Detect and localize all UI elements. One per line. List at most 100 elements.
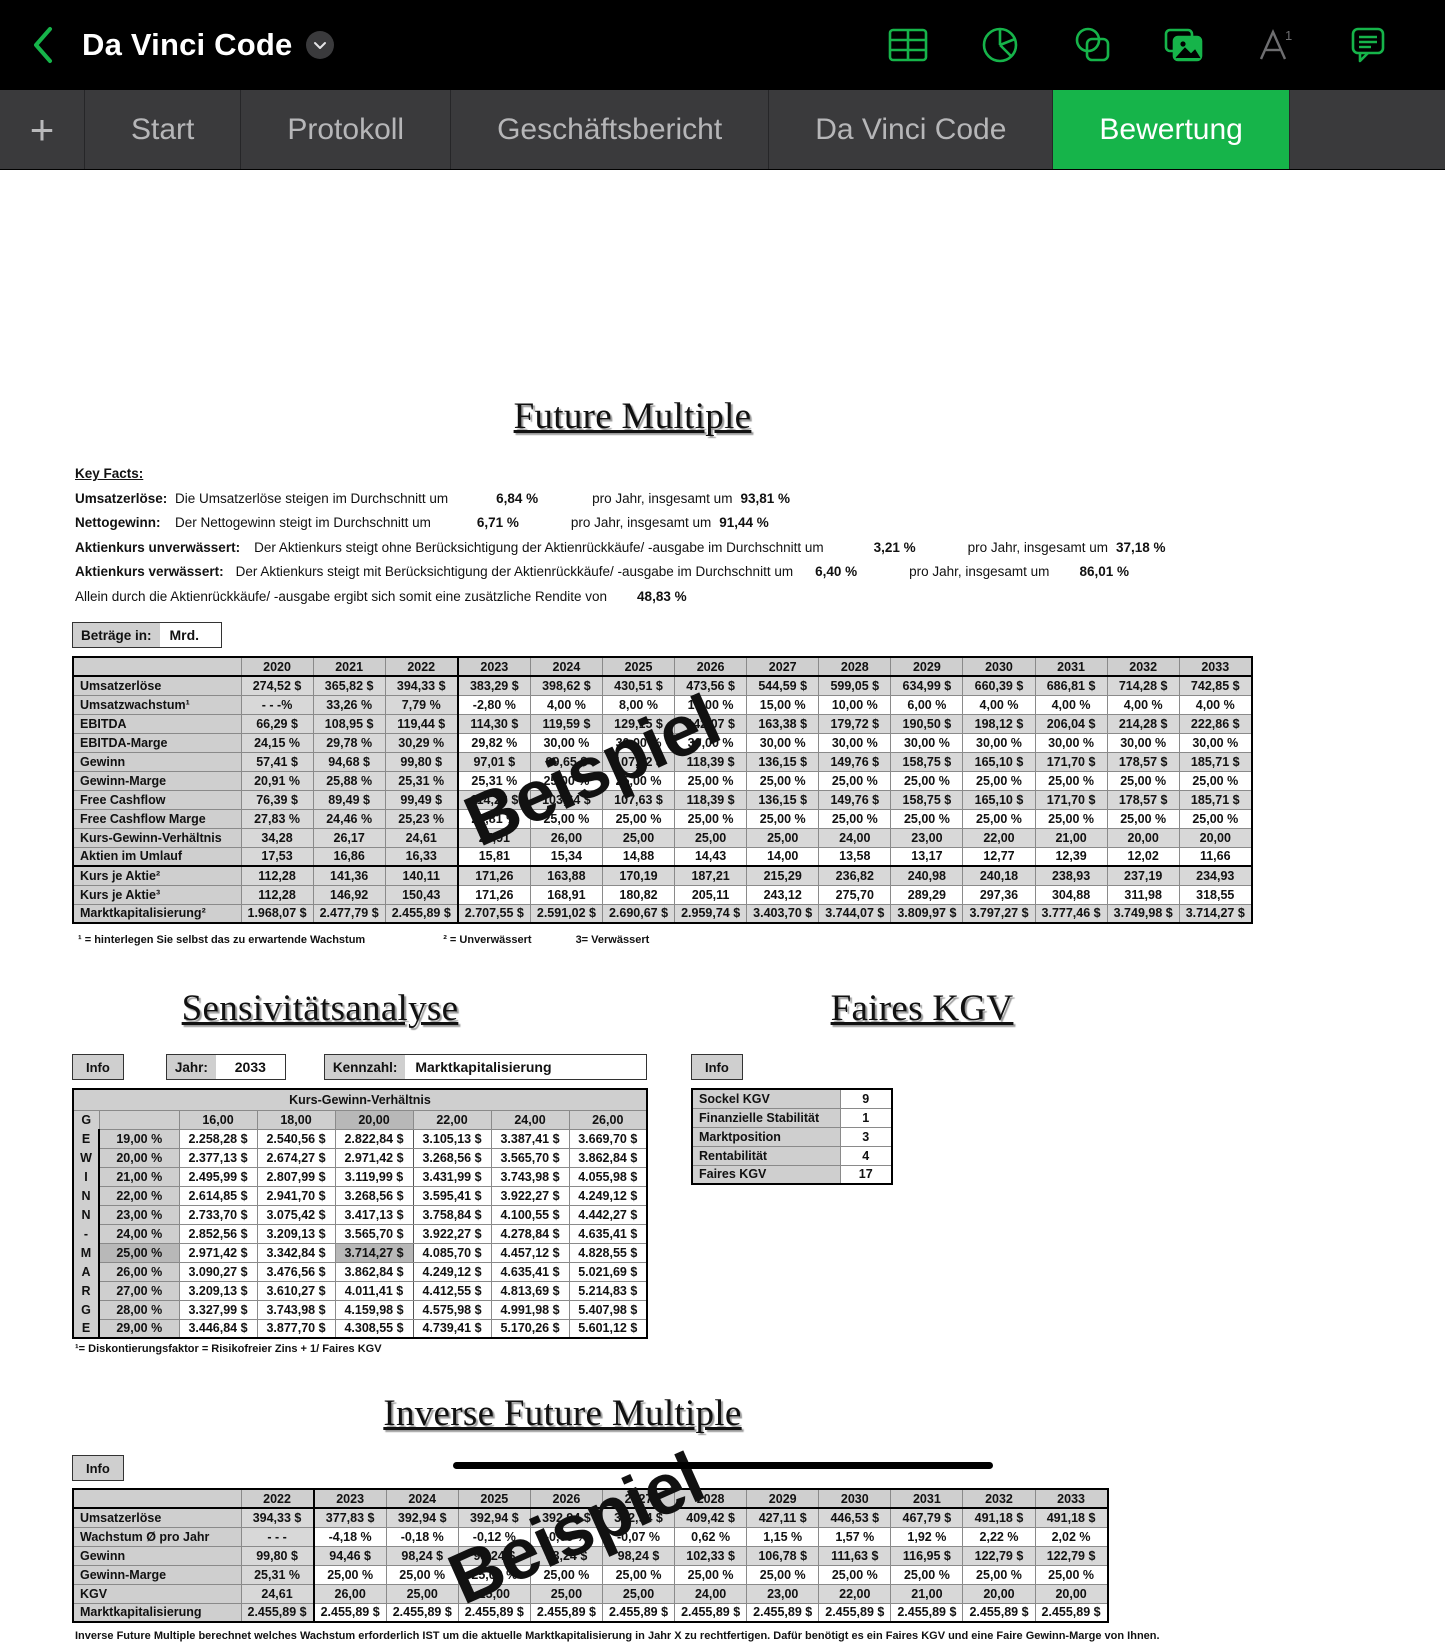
cell-7-12[interactable]: 25,00 % — [1106, 808, 1180, 829]
cell-5-2[interactable]: 25,31 % — [384, 770, 459, 791]
cell-3-8[interactable]: 30,00 % — [818, 732, 892, 753]
matrix-cell-0-1[interactable]: 2.540,56 $ — [256, 1128, 336, 1149]
cell-3-2[interactable]: 30,29 % — [384, 732, 459, 753]
matrix-cell-3-5[interactable]: 4.249,12 $ — [568, 1185, 648, 1206]
inv-cell-3-0[interactable]: 25,31 % — [240, 1564, 315, 1585]
cell-7-11[interactable]: 25,00 % — [1034, 808, 1108, 829]
cell-5-6[interactable]: 25,00 % — [674, 770, 748, 791]
inv-cell-3-7[interactable]: 25,00 % — [746, 1564, 820, 1585]
cell-1-5[interactable]: 8,00 % — [601, 694, 676, 715]
cell-4-11[interactable]: 171,70 $ — [1034, 751, 1108, 772]
cell-7-10[interactable]: 25,00 % — [962, 808, 1036, 829]
cell-0-13[interactable]: 742,85 $ — [1178, 675, 1253, 696]
cell-10-4[interactable]: 163,88 — [529, 865, 603, 886]
cell-9-8[interactable]: 13,58 — [818, 846, 892, 867]
matrix-cell-7-2[interactable]: 3.862,84 $ — [334, 1261, 414, 1282]
cell-0-10[interactable]: 660,39 $ — [962, 675, 1036, 696]
cell-7-9[interactable]: 25,00 % — [890, 808, 964, 829]
matrix-cell-5-4[interactable]: 4.278,84 $ — [490, 1223, 570, 1244]
cell-0-12[interactable]: 714,28 $ — [1106, 675, 1180, 696]
matrix-cell-4-3[interactable]: 3.758,84 $ — [412, 1204, 492, 1225]
matrix-cell-2-1[interactable]: 2.807,99 $ — [256, 1166, 336, 1187]
inv-cell-2-4[interactable]: 98,24 $ — [529, 1545, 603, 1566]
matrix-cell-2-3[interactable]: 3.431,99 $ — [412, 1166, 492, 1187]
cell-10-2[interactable]: 140,11 — [384, 865, 459, 886]
matrix-cell-2-2[interactable]: 3.119,99 $ — [334, 1166, 414, 1187]
cell-9-9[interactable]: 13,17 — [890, 846, 964, 867]
cell-5-3[interactable]: 25,31 % — [456, 770, 531, 791]
matrix-cell-8-4[interactable]: 4.813,69 $ — [490, 1280, 570, 1301]
cell-11-11[interactable]: 304,88 — [1034, 884, 1108, 905]
matrix-cell-9-3[interactable]: 4.575,98 $ — [412, 1299, 492, 1320]
inv-cell-1-4[interactable]: -0,09 % — [529, 1526, 603, 1547]
inv-cell-0-8[interactable]: 446,53 $ — [818, 1507, 892, 1528]
cell-4-6[interactable]: 118,39 $ — [674, 751, 748, 772]
tab-bewertung[interactable]: Bewertung — [1053, 90, 1290, 169]
inv-cell-4-0[interactable]: 24,61 — [240, 1583, 315, 1604]
inv-cell-3-4[interactable]: 25,00 % — [529, 1564, 603, 1585]
matrix-cell-2-5[interactable]: 4.055,98 $ — [568, 1166, 648, 1187]
inv-cell-0-10[interactable]: 491,18 $ — [962, 1507, 1036, 1528]
chart-icon[interactable] — [979, 24, 1021, 66]
cell-7-2[interactable]: 25,23 % — [384, 808, 459, 829]
cell-0-11[interactable]: 686,81 $ — [1034, 675, 1108, 696]
cell-7-1[interactable]: 24,46 % — [312, 808, 386, 829]
cell-12-5[interactable]: 2.690,67 $ — [601, 903, 676, 924]
cell-10-11[interactable]: 238,93 — [1034, 865, 1108, 886]
cell-1-2[interactable]: 7,79 % — [384, 694, 459, 715]
kgv-value-0[interactable]: 9 — [839, 1088, 893, 1109]
cell-7-13[interactable]: 25,00 % — [1178, 808, 1253, 829]
cell-5-9[interactable]: 25,00 % — [890, 770, 964, 791]
sensitivity-year-value[interactable]: 2033 — [215, 1054, 286, 1080]
cell-9-6[interactable]: 14,43 — [674, 846, 748, 867]
kgv-value-2[interactable]: 3 — [839, 1126, 893, 1147]
cell-9-7[interactable]: 14,00 — [746, 846, 820, 867]
inv-cell-5-11[interactable]: 2.455,89 $ — [1034, 1602, 1109, 1623]
cell-3-3[interactable]: 29,82 % — [456, 732, 531, 753]
matrix-cell-8-1[interactable]: 3.610,27 $ — [256, 1280, 336, 1301]
cell-7-7[interactable]: 25,00 % — [746, 808, 820, 829]
cell-3-13[interactable]: 30,00 % — [1178, 732, 1253, 753]
cell-6-6[interactable]: 118,39 $ — [674, 789, 748, 810]
cell-2-7[interactable]: 163,38 $ — [746, 713, 820, 734]
text-format-icon[interactable]: 1 — [1255, 24, 1297, 66]
inv-cell-2-10[interactable]: 122,79 $ — [962, 1545, 1036, 1566]
matrix-cell-1-0[interactable]: 2.377,13 $ — [178, 1147, 258, 1168]
cell-11-8[interactable]: 275,70 — [818, 884, 892, 905]
matrix-cell-6-0[interactable]: 2.971,42 $ — [178, 1242, 258, 1263]
tab-geschaeftsbericht[interactable]: Geschäftsbericht — [451, 90, 770, 169]
inv-cell-5-10[interactable]: 2.455,89 $ — [962, 1602, 1036, 1623]
inv-cell-4-1[interactable]: 26,00 — [312, 1583, 387, 1604]
cell-6-4[interactable]: 103,64 $ — [529, 789, 603, 810]
cell-2-0[interactable]: 66,29 $ — [240, 713, 314, 734]
cell-12-9[interactable]: 3.809,97 $ — [890, 903, 964, 924]
cell-2-3[interactable]: 114,30 $ — [456, 713, 531, 734]
cell-1-10[interactable]: 4,00 % — [962, 694, 1036, 715]
cell-4-13[interactable]: 185,71 $ — [1178, 751, 1253, 772]
cell-8-1[interactable]: 26,17 — [312, 827, 386, 848]
tab-protokoll[interactable]: Protokoll — [241, 90, 452, 169]
cell-8-12[interactable]: 20,00 — [1106, 827, 1180, 848]
table-icon[interactable] — [887, 24, 929, 66]
tab-da-vinci-code[interactable]: Da Vinci Code — [769, 90, 1054, 169]
matrix-cell-4-0[interactable]: 2.733,70 $ — [178, 1204, 258, 1225]
matrix-cell-9-4[interactable]: 4.991,98 $ — [490, 1299, 570, 1320]
cell-0-3[interactable]: 383,29 $ — [456, 675, 531, 696]
cell-12-11[interactable]: 3.777,46 $ — [1034, 903, 1108, 924]
inv-cell-3-1[interactable]: 25,00 % — [312, 1564, 387, 1585]
inv-cell-4-7[interactable]: 23,00 — [746, 1583, 820, 1604]
matrix-cell-1-4[interactable]: 3.565,70 $ — [490, 1147, 570, 1168]
cell-4-0[interactable]: 57,41 $ — [240, 751, 314, 772]
cell-9-4[interactable]: 15,34 — [529, 846, 603, 867]
cell-11-2[interactable]: 150,43 — [384, 884, 459, 905]
cell-6-7[interactable]: 136,15 $ — [746, 789, 820, 810]
cell-12-4[interactable]: 2.591,02 $ — [529, 903, 603, 924]
matrix-cell-7-1[interactable]: 3.476,56 $ — [256, 1261, 336, 1282]
cell-1-3[interactable]: -2,80 % — [456, 694, 531, 715]
units-value[interactable]: Mrd. — [159, 622, 222, 648]
cell-5-4[interactable]: 25,00 % — [529, 770, 603, 791]
matrix-cell-1-2[interactable]: 2.971,42 $ — [334, 1147, 414, 1168]
cell-8-11[interactable]: 21,00 — [1034, 827, 1108, 848]
cell-12-2[interactable]: 2.455,89 $ — [384, 903, 459, 924]
inv-cell-1-3[interactable]: -0,12 % — [457, 1526, 531, 1547]
